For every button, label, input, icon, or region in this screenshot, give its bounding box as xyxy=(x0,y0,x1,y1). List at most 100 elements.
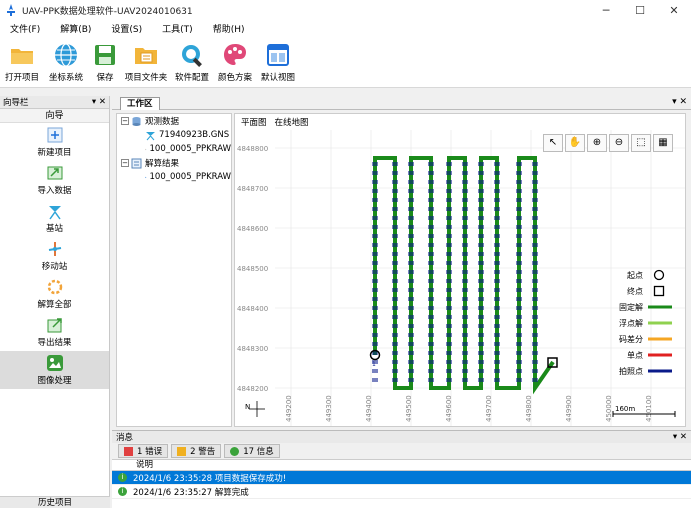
legend-label: 拍照点 xyxy=(619,366,643,376)
photo-point xyxy=(494,198,500,202)
workspace-controls[interactable]: ▾ ✕ xyxy=(672,97,687,107)
menu-solve[interactable]: 解算(B) xyxy=(50,22,101,35)
photo-point xyxy=(478,270,484,274)
project-folder-button[interactable]: 项目文件夹 xyxy=(122,36,170,88)
photo-point xyxy=(428,279,434,283)
nav-solve-all[interactable]: 解算全部 xyxy=(0,275,109,313)
photo-point xyxy=(408,171,414,175)
nav-base-station[interactable]: 基站 xyxy=(0,199,109,237)
photo-point xyxy=(532,252,538,256)
tab-workspace[interactable]: 工作区 xyxy=(120,97,160,110)
import-data-icon xyxy=(47,166,62,180)
map-canvas[interactable]: 4848800 4848700 4848600 4848500 4848400 48483… xyxy=(235,130,685,426)
legend-symbol xyxy=(653,285,665,297)
nav-import-data[interactable]: 导入数据 xyxy=(0,161,109,199)
photo-point xyxy=(446,225,452,229)
history-projects[interactable]: 历史项目 xyxy=(0,496,110,508)
software-config-button[interactable]: 软件配置 xyxy=(172,36,212,88)
photo-point xyxy=(516,306,522,310)
photo-point xyxy=(532,297,538,301)
photo-point xyxy=(494,270,500,274)
nav-panel-controls[interactable]: ▾ ✕ xyxy=(92,97,106,107)
tree-item-ppkraw-obs[interactable]: 100_0005_PPKRAW xyxy=(117,142,231,156)
nav-image-processing[interactable]: 图像处理 xyxy=(0,351,109,389)
photo-point xyxy=(462,234,468,238)
photo-point xyxy=(532,180,538,184)
pan-tool-icon[interactable]: ✋ xyxy=(565,134,585,152)
photo-point xyxy=(532,279,538,283)
nav-rover[interactable]: 移动站 xyxy=(0,237,109,275)
photo-point xyxy=(392,342,398,346)
message-row[interactable]: i 2024/1/6 23:35:28 项目数据保存成功! xyxy=(112,471,691,485)
photo-point xyxy=(494,279,500,283)
photo-point xyxy=(446,351,452,355)
photo-point xyxy=(462,378,468,382)
x-tick-label: 449200 xyxy=(285,395,293,422)
tab-online-map[interactable]: 在线地图 xyxy=(271,114,313,128)
tab-plan-view[interactable]: 平面图 xyxy=(237,114,271,128)
photo-point xyxy=(516,342,522,346)
tree-item-gns-file[interactable]: 71940923B.GNS xyxy=(117,128,231,142)
photo-point xyxy=(462,216,468,220)
photo-point xyxy=(446,315,452,319)
pointer-tool-icon[interactable]: ↖ xyxy=(543,134,563,152)
menu-help[interactable]: 帮助(H) xyxy=(203,22,255,35)
menu-tools[interactable]: 工具(T) xyxy=(152,22,203,35)
base-station-icon xyxy=(146,131,155,140)
photo-point xyxy=(428,378,434,382)
photo-point xyxy=(372,279,378,283)
nav-export-results[interactable]: 导出结果 xyxy=(0,313,109,351)
close-button[interactable]: ✕ xyxy=(657,0,691,20)
photo-point xyxy=(428,234,434,238)
photo-point xyxy=(478,162,484,166)
color-scheme-button[interactable]: 颜色方案 xyxy=(214,36,256,88)
photo-point xyxy=(392,180,398,184)
x-tick-label: 449400 xyxy=(365,395,373,422)
photo-point xyxy=(408,252,414,256)
coordinate-system-button[interactable]: 坐标系统 xyxy=(44,36,88,88)
photo-point xyxy=(478,252,484,256)
photo-point xyxy=(372,198,378,202)
message-row[interactable]: i 2024/1/6 23:35:27 解算完成 xyxy=(112,485,691,499)
photo-point xyxy=(532,225,538,229)
photo-point xyxy=(462,297,468,301)
maximize-button[interactable]: ☐ xyxy=(623,0,657,20)
tree-item-ppkraw-result[interactable]: 100_0005_PPKRAW xyxy=(117,170,231,184)
photo-point xyxy=(532,198,538,202)
column-header-description[interactable]: 说明 xyxy=(112,459,691,471)
zoom-out-icon[interactable]: ⊖ xyxy=(609,134,629,152)
collapse-icon[interactable]: − xyxy=(121,159,129,167)
menu-file[interactable]: 文件(F) xyxy=(0,22,50,35)
tree-node-observation[interactable]: − 观测数据 xyxy=(117,114,231,128)
photo-point xyxy=(516,180,522,184)
photo-point xyxy=(532,270,538,274)
open-project-button[interactable]: 打开项目 xyxy=(2,36,42,88)
x-tick-label: 449300 xyxy=(325,395,333,422)
filter-info[interactable]: 17 信息 xyxy=(224,444,280,458)
photo-point xyxy=(372,306,378,310)
collapse-icon[interactable]: − xyxy=(121,117,129,125)
default-view-button[interactable]: 默认视图 xyxy=(258,36,298,88)
photo-point xyxy=(392,261,398,265)
tree-node-results[interactable]: − 解算结果 xyxy=(117,156,231,170)
nav-new-project[interactable]: 新建项目 xyxy=(0,123,109,161)
zoom-extent-icon[interactable]: ⬚ xyxy=(631,134,651,152)
photo-point xyxy=(494,315,500,319)
photo-point xyxy=(494,333,500,337)
photo-point xyxy=(372,378,378,382)
photo-point xyxy=(478,225,484,229)
menu-settings[interactable]: 设置(S) xyxy=(101,22,152,35)
photo-point xyxy=(428,351,434,355)
photo-point xyxy=(516,324,522,328)
photo-point xyxy=(428,162,434,166)
photo-point xyxy=(462,360,468,364)
filter-errors[interactable]: 1 错误 xyxy=(118,444,169,458)
photo-point xyxy=(532,288,538,292)
filter-warnings[interactable]: 2 警告 xyxy=(171,444,222,458)
minimize-button[interactable]: ─ xyxy=(589,0,623,20)
zoom-in-icon[interactable]: ⊕ xyxy=(587,134,607,152)
save-button[interactable]: 保存 xyxy=(90,36,120,88)
photo-point xyxy=(428,261,434,265)
messages-controls[interactable]: ▾ ✕ xyxy=(673,432,687,442)
grid-toggle-icon[interactable]: ▦ xyxy=(653,134,673,152)
